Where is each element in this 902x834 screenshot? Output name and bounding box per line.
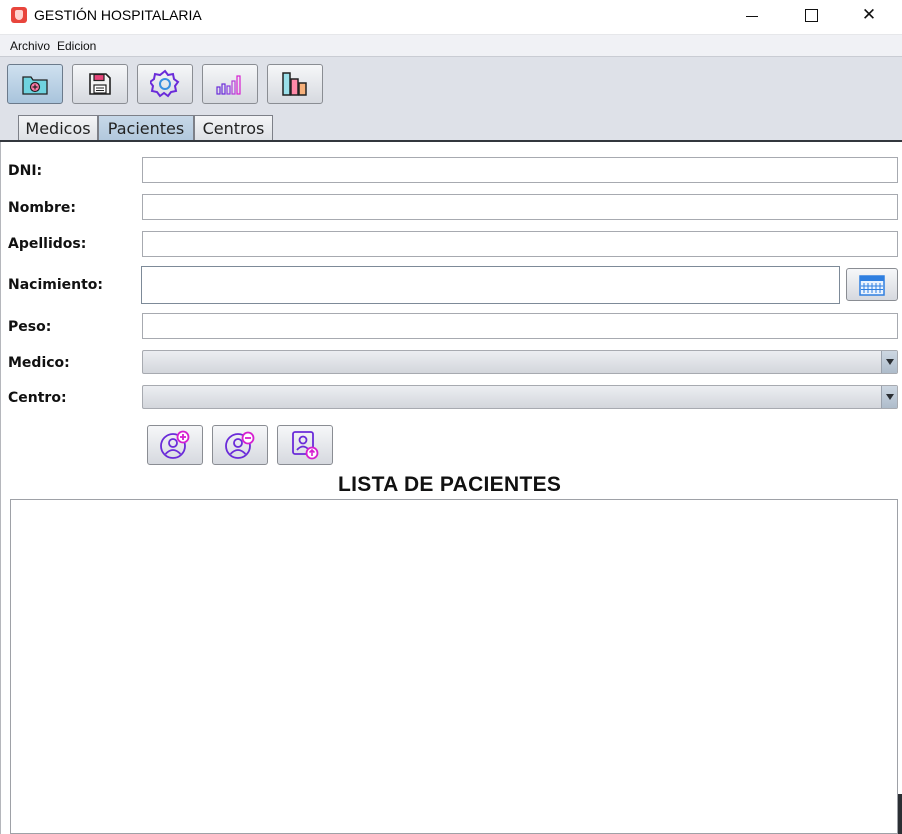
minimize-button[interactable]: [724, 0, 782, 32]
tab-centros[interactable]: Centros: [194, 115, 273, 142]
dni-label: DNI:: [8, 163, 43, 179]
remove-patient-button[interactable]: [212, 425, 268, 465]
window-title: GESTIÓN HOSPITALARIA: [34, 7, 202, 23]
medico-label: Medico:: [8, 355, 70, 371]
scrollbar-edge: [898, 794, 902, 834]
nombre-label: Nombre:: [8, 200, 76, 216]
medico-select[interactable]: [142, 350, 898, 374]
centro-label: Centro:: [8, 390, 67, 406]
settings-gear-icon: [150, 69, 180, 98]
apellidos-field[interactable]: [142, 231, 898, 257]
update-user-icon: [292, 431, 319, 460]
toolbar-stats-button[interactable]: [202, 64, 258, 104]
tab-bar: Medicos Pacientes Centros: [0, 108, 902, 144]
chevron-down-icon[interactable]: [881, 386, 897, 408]
toolbar-save-button[interactable]: [72, 64, 128, 104]
tab-pacientes[interactable]: Pacientes: [98, 115, 194, 142]
toolbar-report-button[interactable]: [267, 64, 323, 104]
toolbar-settings-button[interactable]: [137, 64, 193, 104]
menu-bar: Archivo Edicion: [0, 34, 902, 56]
nacimiento-label: Nacimiento:: [8, 277, 104, 293]
menu-archivo[interactable]: Archivo: [10, 39, 50, 53]
nombre-field[interactable]: [142, 194, 898, 220]
patients-list-title: LISTA DE PACIENTES: [338, 473, 562, 496]
remove-user-icon: [225, 431, 255, 459]
toolbar: [0, 56, 902, 108]
maximize-button[interactable]: [782, 0, 840, 32]
apellidos-label: Apellidos:: [8, 236, 87, 252]
tab-medicos[interactable]: Medicos: [18, 115, 98, 142]
menu-edicion[interactable]: Edicion: [57, 39, 96, 53]
save-icon: [89, 73, 111, 95]
title-bar: GESTIÓN HOSPITALARIA ✕: [0, 0, 902, 34]
chevron-down-icon[interactable]: [881, 351, 897, 373]
app-logo-icon: [11, 7, 27, 23]
add-user-icon: [160, 430, 190, 459]
column-chart-icon: [282, 72, 307, 96]
patients-list[interactable]: [10, 499, 898, 834]
update-patient-button[interactable]: [277, 425, 333, 465]
calendar-picker-button[interactable]: [846, 268, 898, 301]
close-button[interactable]: ✕: [840, 0, 898, 32]
add-patient-button[interactable]: [147, 425, 203, 465]
folder-add-icon: [22, 76, 48, 95]
toolbar-new-folder-button[interactable]: [7, 64, 63, 104]
nacimiento-field[interactable]: [141, 266, 840, 304]
bar-chart-icon: [216, 75, 241, 95]
dni-field[interactable]: [142, 157, 898, 183]
calendar-icon: [859, 274, 885, 296]
peso-label: Peso:: [8, 319, 52, 335]
peso-field[interactable]: [142, 313, 898, 339]
centro-select[interactable]: [142, 385, 898, 409]
